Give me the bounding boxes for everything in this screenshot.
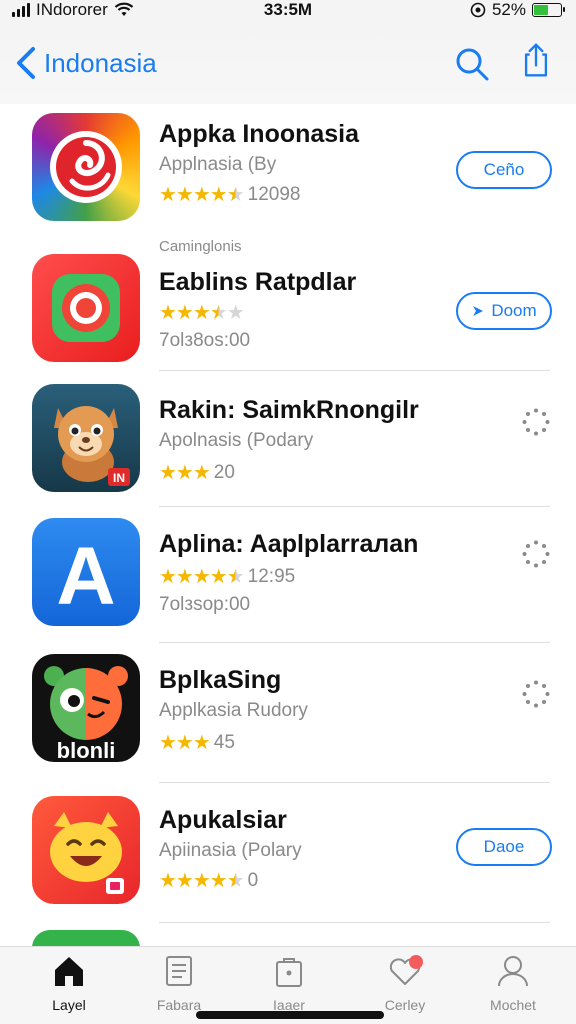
rating-count: 12:95 [247, 565, 296, 587]
star-rating: ★★★ [159, 732, 211, 754]
app-rating: ★★★★★ 0 [159, 868, 258, 893]
app-subtitle: Apiinasia (Polary [159, 840, 302, 861]
tab-favorites[interactable]: Cerley [350, 953, 460, 1013]
list-item[interactable]: Appka Inoonasia Applnasia (By ★★★★★ 1209… [0, 104, 576, 244]
arrow-icon [473, 306, 484, 316]
list-item[interactable]: Apukalsiar Apiinasia (Polary ★★★★★ 0 Dao… [0, 790, 576, 930]
divider [159, 922, 550, 923]
app-letter: A [56, 531, 115, 622]
divider [159, 642, 550, 643]
get-button[interactable]: Daoe [456, 828, 552, 866]
app-subtitle: Apolnasis (Podary [159, 430, 314, 451]
get-button[interactable]: Ceño [456, 151, 552, 189]
star-rating: ★★★★★ [159, 184, 245, 206]
app-rating: ★★★★★ 12098 [159, 182, 301, 207]
divider [159, 370, 550, 371]
monster-app-icon[interactable]: blonli [32, 654, 140, 762]
list-item[interactable]: Eablins Ratpdlar ★★★★★ 7olз8os:00 Doom [0, 244, 576, 384]
tab-label: Layel [52, 997, 86, 1013]
letter-a-app-icon[interactable]: A [32, 518, 140, 626]
star-rating: ★★★★★ [159, 870, 245, 892]
rating-count: 20 [213, 461, 235, 483]
get-button-label: Doom [491, 301, 537, 320]
swirl-app-icon[interactable] [32, 113, 140, 221]
list-item[interactable]: blonli BplkaSing Applkasia Rudory ★★★ 45 [0, 650, 576, 790]
location-icon [470, 2, 486, 18]
battery-percent: 52% [491, 0, 526, 19]
nav-bar: Indonasia [0, 22, 576, 104]
divider [159, 782, 550, 783]
app-rating: ★★★★★ [159, 300, 248, 325]
heart-icon-wrap [387, 953, 423, 989]
tab-label: Mochet [490, 997, 536, 1013]
search-icon[interactable] [454, 46, 490, 82]
app-rating: ★★★★★ 12:95 [159, 564, 295, 589]
cat-app-icon[interactable] [32, 796, 140, 904]
loading-icon[interactable] [522, 680, 550, 708]
app-subtitle: 7olзsop:00 [159, 594, 251, 615]
rating-count: 0 [247, 869, 259, 891]
tab-home[interactable]: Layel [14, 953, 124, 1013]
star-rating: ★★★★★ [159, 302, 245, 324]
squirrel-app-icon[interactable]: IN [32, 384, 140, 492]
app-subtitle: 7olз8os:00 [159, 330, 251, 351]
person-icon [498, 956, 528, 987]
app-name: Appka Inoonasia [159, 120, 360, 148]
rating-count: 12098 [247, 183, 301, 205]
app-name: Aplina: Aaplplarraлan [159, 530, 419, 558]
app-rating: ★★★ 20 [159, 460, 235, 485]
app-name: BplkaSing [159, 666, 282, 694]
tab-bag[interactable]: Iaaer [234, 953, 344, 1013]
back-button[interactable]: Indonasia [14, 46, 157, 80]
app-name: Eablins Ratpdlar [159, 268, 357, 296]
list-item[interactable]: IN Rakin: SaimkRnongilr Apolnasis (Podar… [0, 378, 576, 518]
list-item[interactable]: A Aplina: Aaplplarraлan ★★★★★ 12:95 7olз… [0, 514, 576, 654]
app-name: Apukalsiar [159, 806, 287, 834]
document-icon [166, 956, 192, 986]
chevron-left-icon [17, 47, 35, 79]
app-badge-text: IN [113, 471, 125, 485]
battery-icon [532, 3, 565, 17]
home-icon [55, 957, 83, 986]
rating-count: 45 [213, 731, 235, 753]
loading-icon[interactable] [522, 540, 550, 568]
notification-badge [409, 955, 423, 969]
home-indicator [196, 1011, 384, 1019]
camera-app-icon[interactable] [32, 254, 140, 362]
battery-fill [534, 5, 548, 15]
app-rating: ★★★ 45 [159, 730, 235, 755]
tab-profile[interactable]: Mochet [458, 953, 568, 1013]
status-bar: INdororer 33:5M 52% [0, 0, 576, 22]
share-icon[interactable] [518, 42, 554, 78]
get-button[interactable]: Doom [456, 292, 552, 330]
app-icon-label: blonli [57, 738, 116, 762]
app-name: Rakin: SaimkRnongilr [159, 396, 419, 424]
loading-icon[interactable] [522, 408, 550, 436]
bag-icon [276, 958, 302, 987]
divider [159, 506, 550, 507]
app-subtitle: Applnasia (By [159, 154, 277, 175]
star-rating: ★★★★★ [159, 566, 245, 588]
nav-title: Indonasia [44, 47, 157, 78]
star-rating: ★★★ [159, 462, 211, 484]
tab-documents[interactable]: Fabara [124, 953, 234, 1013]
app-subtitle: Applkasia Rudory [159, 700, 308, 721]
status-right: 52% [470, 0, 565, 20]
